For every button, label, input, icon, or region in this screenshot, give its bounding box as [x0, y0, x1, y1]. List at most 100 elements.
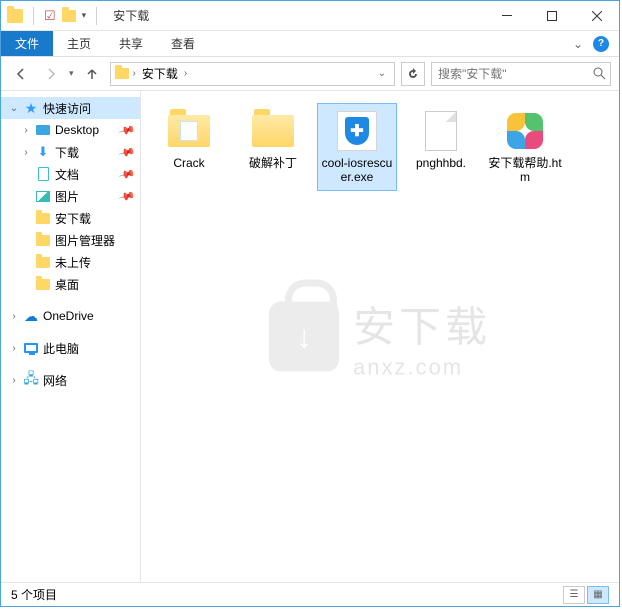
file-label: pnghhbd.	[416, 156, 466, 170]
sidebar-item-notuploaded[interactable]: 未上传	[1, 251, 140, 273]
close-button[interactable]	[574, 1, 619, 31]
folder-icon	[36, 279, 50, 290]
nav-forward-button[interactable]	[39, 62, 63, 86]
folder-icon	[252, 115, 294, 147]
desktop-icon	[36, 125, 50, 135]
document-icon	[38, 167, 49, 181]
pin-icon: 📌	[118, 165, 136, 183]
search-icon[interactable]	[593, 67, 606, 80]
sidebar-item-label: 网络	[43, 372, 67, 389]
tab-share[interactable]: 共享	[105, 31, 157, 56]
sidebar-item-label: 此电脑	[43, 340, 79, 357]
chevron-down-icon[interactable]: ⌄	[9, 103, 19, 114]
navbar: ▾ › 安下载 › ⌄	[1, 57, 619, 91]
sidebar-item-anxz[interactable]: 安下载	[1, 207, 140, 229]
watermark: ↓ 安下载 anxz.com	[269, 293, 491, 380]
file-item-folder[interactable]: Crack	[149, 103, 229, 191]
ribbon-expand-icon[interactable]: ⌄	[573, 37, 583, 51]
file-label: cool-iosrescuer.exe	[319, 156, 395, 184]
chevron-right-icon[interactable]: ›	[133, 68, 136, 79]
folder-icon	[7, 9, 23, 23]
nav-recent-dropdown[interactable]: ▾	[69, 68, 74, 79]
pin-icon: 📌	[118, 143, 136, 161]
search-input[interactable]	[438, 67, 593, 81]
breadcrumb-segment[interactable]: 安下载	[140, 65, 180, 82]
chevron-right-icon[interactable]: ›	[9, 343, 19, 354]
sidebar-item-label: 文档	[55, 166, 79, 183]
view-icons-button[interactable]: ▦	[587, 586, 609, 604]
qat-separator	[33, 7, 34, 25]
pinwheel-icon	[507, 113, 543, 149]
sidebar-network[interactable]: › 🖧 网络	[1, 369, 140, 391]
tab-view[interactable]: 查看	[157, 31, 209, 56]
titlebar: ☑ ▾ 安下载	[1, 1, 619, 31]
file-item-exe[interactable]: ✚ cool-iosrescuer.exe	[317, 103, 397, 191]
window-title: 安下载	[113, 7, 149, 24]
sidebar-item-label: 下载	[55, 144, 79, 161]
breadcrumb-dropdown-icon[interactable]: ⌄	[378, 68, 386, 79]
search-box[interactable]	[431, 62, 611, 86]
chevron-right-icon[interactable]: ›	[184, 68, 187, 79]
pc-icon	[24, 343, 38, 353]
breadcrumb[interactable]: › 安下载 › ⌄	[110, 62, 395, 86]
picture-icon	[36, 191, 50, 202]
chevron-right-icon[interactable]: ›	[9, 311, 19, 322]
tab-file[interactable]: 文件	[1, 31, 53, 56]
file-item-folder[interactable]: 破解补丁	[233, 103, 313, 191]
sidebar-onedrive[interactable]: › ☁ OneDrive	[1, 305, 140, 327]
folder-icon	[36, 213, 50, 224]
sidebar-item-label: Desktop	[55, 123, 99, 137]
qat-properties-icon[interactable]: ☑	[44, 8, 56, 24]
file-item-file[interactable]: pnghhbd.	[401, 103, 481, 191]
cloud-icon: ☁	[23, 308, 39, 324]
qat-newfolder-icon[interactable]	[62, 10, 76, 22]
nav-back-button[interactable]	[9, 62, 33, 86]
nav-up-button[interactable]	[80, 62, 104, 86]
file-label: 安下载帮助.htm	[487, 156, 563, 184]
pin-icon: 📌	[118, 187, 136, 205]
sidebar-item-label: 安下载	[55, 210, 91, 227]
folder-icon	[36, 257, 50, 268]
status-count: 5 个项目	[11, 586, 57, 603]
sidebar-item-label: 快速访问	[43, 100, 91, 117]
sidebar-item-desktop[interactable]: › Desktop 📌	[1, 119, 140, 141]
watermark-text-en: anxz.com	[353, 354, 491, 380]
file-label: Crack	[173, 156, 204, 170]
tab-home[interactable]: 主页	[53, 31, 105, 56]
exe-icon: ✚	[337, 111, 377, 151]
sidebar-item-pictures[interactable]: 图片 📌	[1, 185, 140, 207]
file-item-htm[interactable]: 安下载帮助.htm	[485, 103, 565, 191]
folder-icon	[36, 235, 50, 246]
statusbar: 5 个项目 ☰ ▦	[1, 582, 619, 606]
sidebar-item-label: 图片	[55, 188, 79, 205]
minimize-button[interactable]	[484, 1, 529, 31]
qat-dropdown-icon[interactable]: ▾	[82, 10, 87, 21]
watermark-text-cn: 安下载	[353, 293, 491, 354]
sidebar-item-picmanager[interactable]: 图片管理器	[1, 229, 140, 251]
chevron-right-icon[interactable]: ›	[9, 375, 19, 386]
chevron-right-icon[interactable]: ›	[21, 125, 31, 136]
pin-icon: 📌	[118, 121, 136, 139]
view-details-button[interactable]: ☰	[563, 586, 585, 604]
maximize-button[interactable]	[529, 1, 574, 31]
qat-separator-2	[96, 7, 97, 25]
file-icon	[425, 111, 457, 151]
help-icon[interactable]: ?	[593, 36, 609, 52]
refresh-button[interactable]	[401, 62, 425, 86]
sidebar-quick-access[interactable]: ⌄ ★ 快速访问	[1, 97, 140, 119]
sidebar-thispc[interactable]: › 此电脑	[1, 337, 140, 359]
sidebar: ⌄ ★ 快速访问 › Desktop 📌 › ⬇ 下载 📌 文档 📌	[1, 91, 141, 582]
folder-icon	[168, 115, 210, 147]
sidebar-item-downloads[interactable]: › ⬇ 下载 📌	[1, 141, 140, 163]
ribbon: 文件 主页 共享 查看 ⌄ ?	[1, 31, 619, 57]
download-icon: ⬇	[35, 144, 51, 160]
breadcrumb-folder-icon	[115, 68, 129, 79]
sidebar-item-label: OneDrive	[43, 309, 94, 323]
sidebar-item-label: 未上传	[55, 254, 91, 271]
star-icon: ★	[23, 100, 39, 116]
sidebar-item-documents[interactable]: 文档 📌	[1, 163, 140, 185]
content-area[interactable]: Crack 破解补丁 ✚ cool-iosrescuer.exe pnghhbd…	[141, 91, 619, 582]
sidebar-item-label: 桌面	[55, 276, 79, 293]
chevron-right-icon[interactable]: ›	[21, 147, 31, 158]
sidebar-item-desktop2[interactable]: 桌面	[1, 273, 140, 295]
